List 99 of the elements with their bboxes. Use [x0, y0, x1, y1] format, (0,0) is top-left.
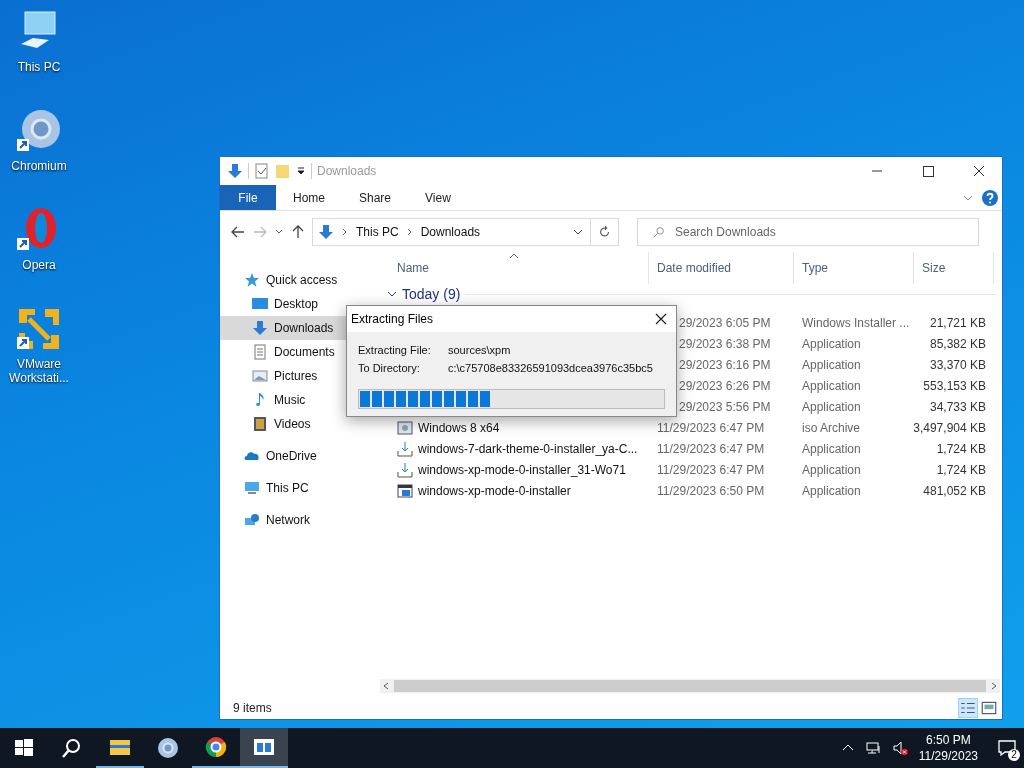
search-field[interactable]: Search Downloads: [637, 218, 979, 246]
download-tray-icon: [397, 440, 413, 457]
size-cell: 33,370 KB: [929, 357, 986, 372]
film-icon: [252, 416, 268, 432]
download-arrow-icon: [252, 320, 268, 336]
file-name[interactable]: Windows 8 x64: [418, 420, 500, 435]
scroll-left-icon[interactable]: [382, 682, 390, 690]
desktop-icon-label[interactable]: VMware Workstati...: [4, 357, 74, 385]
search-icon: [652, 225, 665, 239]
column-header[interactable]: Size: [914, 252, 994, 284]
back-icon[interactable]: [230, 224, 246, 240]
close-button[interactable]: [655, 313, 667, 325]
size-cell: 1,724 KB: [936, 441, 986, 456]
desktop-icon-label[interactable]: Chromium: [4, 159, 74, 173]
help-icon[interactable]: [982, 189, 998, 206]
file-name[interactable]: windows-xp-mode-0-installer_31-Wo71: [418, 462, 626, 477]
program-icon: [397, 482, 413, 499]
nav-item[interactable]: Network: [220, 508, 380, 532]
type-cell: iso Archive: [802, 420, 861, 435]
details-view-icon[interactable]: [959, 699, 977, 717]
speaker-muted-icon[interactable]: [891, 740, 908, 756]
download-arrow-icon: [318, 224, 334, 240]
window-title: Downloads: [317, 164, 377, 178]
field-value: c:\c75708e83326591093dcea3976c35bc5: [448, 362, 653, 374]
breadcrumb-item[interactable]: Downloads: [420, 225, 481, 239]
properties-icon[interactable]: [254, 163, 270, 179]
chevron-icon: [387, 289, 397, 299]
address-bar[interactable]: This PC Downloads: [312, 218, 591, 246]
disc-image-icon: [397, 419, 413, 436]
file-name[interactable]: windows-7-dark-theme-0-installer_ya-C...: [418, 441, 638, 456]
type-cell: Application: [802, 441, 861, 456]
dropdown-icon[interactable]: [296, 166, 306, 176]
desktop-icon: [252, 296, 268, 312]
column-header[interactable]: Type: [794, 252, 914, 284]
chromium-icon: [156, 736, 180, 760]
column-header[interactable]: Date modified: [649, 252, 794, 284]
field-label: Extracting File:: [358, 344, 432, 356]
scroll-right-icon[interactable]: [990, 682, 998, 690]
size-cell: 1,724 KB: [936, 462, 986, 477]
desktop-icon-label[interactable]: This PC: [4, 60, 74, 74]
size-cell: 85,382 KB: [929, 336, 986, 351]
nav-item[interactable]: Quick access: [220, 268, 380, 292]
nav-item[interactable]: Videos: [220, 412, 380, 436]
type-cell: Application: [802, 462, 861, 477]
date-cell: 29/2023 6:38 PM: [679, 336, 771, 351]
star-icon: [244, 272, 260, 288]
size-cell: 553,153 KB: [923, 378, 986, 393]
nav-item[interactable]: OneDrive: [220, 444, 380, 468]
size-cell: 481,052 KB: [923, 483, 986, 498]
ribbon-tab[interactable]: Share: [342, 185, 409, 210]
refresh-icon: [597, 225, 612, 239]
chevron-icon: [341, 228, 349, 236]
download-tray-icon: [397, 461, 413, 478]
network-icon: [244, 512, 260, 528]
date-cell: 11/29/2023 6:47 PM: [657, 420, 765, 435]
date-cell: 29/2023 6:05 PM: [679, 315, 771, 330]
date-cell: 11/29/2023 6:47 PM: [657, 462, 765, 477]
document-icon: [252, 344, 268, 360]
monitor-icon: [244, 480, 260, 496]
nav-item[interactable]: This PC: [220, 476, 380, 500]
type-cell: Application: [802, 399, 861, 414]
breadcrumb-item[interactable]: This PC: [356, 225, 399, 239]
notifications-button[interactable]: 2: [990, 728, 1024, 768]
type-cell: Application: [802, 378, 861, 393]
network-icon[interactable]: [865, 740, 882, 756]
date-cell: 29/2023 6:26 PM: [679, 378, 771, 393]
taskbar-app-button[interactable]: [240, 728, 288, 768]
download-arrow-icon[interactable]: [227, 163, 243, 179]
ribbon-tab[interactable]: Home: [276, 185, 342, 210]
group-header[interactable]: Today (9): [387, 284, 1002, 304]
size-cell: 3,497,904 KB: [913, 420, 986, 435]
nav-item[interactable]: Music: [220, 388, 380, 412]
field-label: To Directory:: [358, 362, 421, 374]
column-header[interactable]: Name: [380, 252, 649, 284]
large-icons-view-icon[interactable]: [980, 699, 998, 717]
type-cell: Application: [802, 483, 861, 498]
ribbon-tab[interactable]: View: [408, 185, 468, 210]
field-value: sources\xpm: [448, 344, 511, 356]
chevron-icon: [405, 228, 414, 236]
size-cell: 21,721 KB: [929, 315, 986, 330]
date-cell: 11/29/2023 6:47 PM: [657, 441, 765, 456]
picture-icon: [252, 368, 268, 384]
chrome-icon: [204, 735, 228, 759]
horizontal-scrollbar[interactable]: [380, 679, 1000, 693]
item-count: 9 items: [233, 701, 272, 715]
file-name[interactable]: windows-xp-mode-0-installer: [418, 483, 571, 498]
date-cell: 29/2023 5:56 PM: [679, 399, 771, 414]
type-cell: Application: [802, 336, 861, 351]
desktop-icon-label[interactable]: Opera: [4, 258, 74, 272]
refresh-button[interactable]: [591, 218, 619, 246]
clock[interactable]: 6:50 PM 11/29/2023: [918, 732, 978, 764]
size-cell: 34,733 KB: [929, 399, 986, 414]
up-icon[interactable]: [290, 224, 306, 240]
notification-icon: [997, 738, 1017, 758]
file-menu-button[interactable]: File: [220, 185, 276, 210]
type-cell: Windows Installer ...: [802, 315, 910, 330]
type-cell: Application: [802, 357, 861, 372]
date-cell: 29/2023 6:16 PM: [679, 357, 771, 372]
date-cell: 11/29/2023 6:50 PM: [657, 483, 765, 498]
